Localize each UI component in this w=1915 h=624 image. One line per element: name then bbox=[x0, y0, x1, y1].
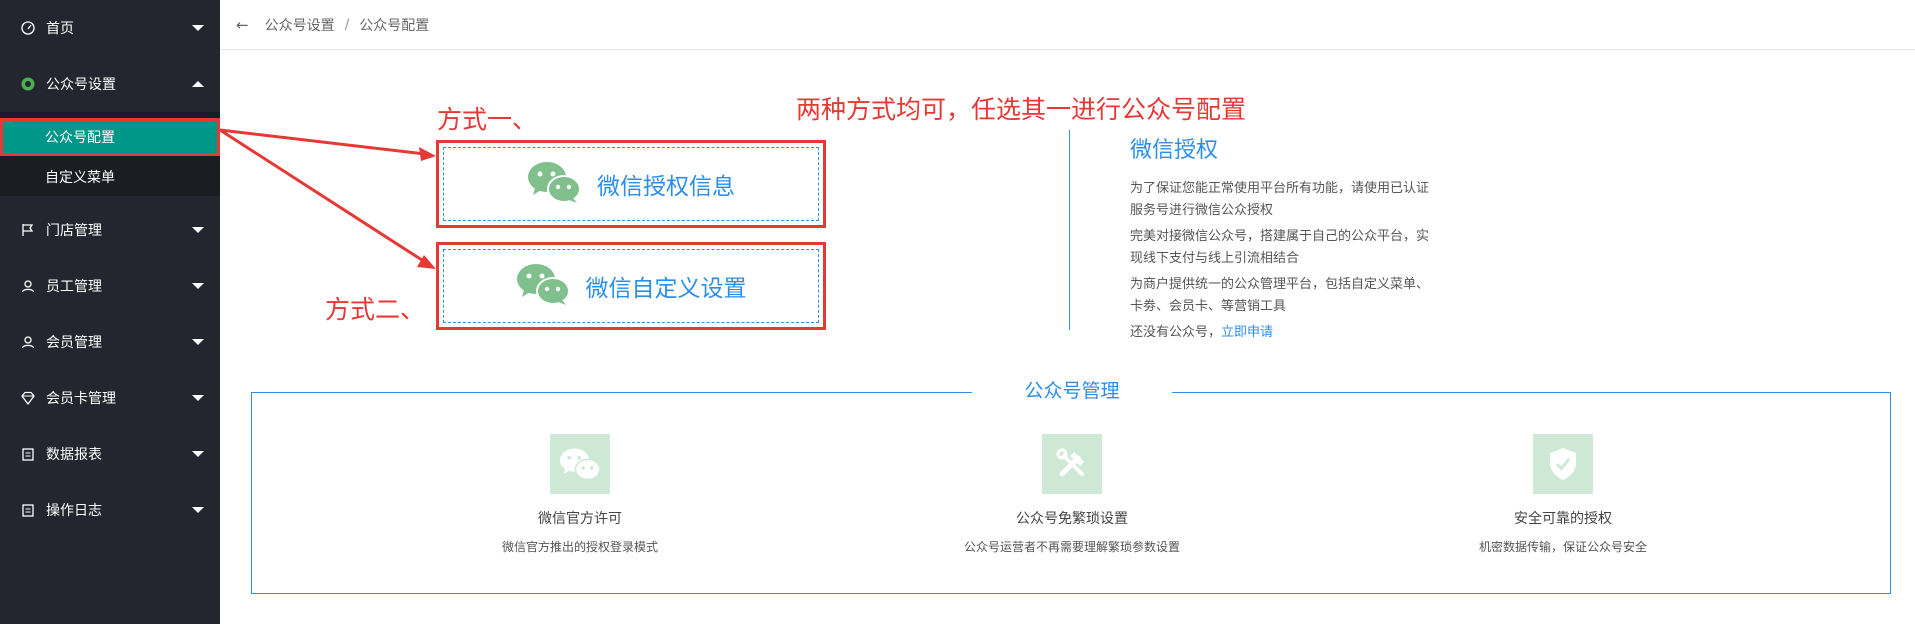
chevron-down-icon bbox=[192, 283, 204, 289]
wechat-auth-info-option: 微信授权信息 bbox=[436, 140, 826, 228]
sidebar-item-official-account[interactable]: 公众号设置 bbox=[0, 64, 220, 104]
user-icon bbox=[20, 278, 36, 294]
sidebar-subitem-custom-menu[interactable]: 自定义菜单 bbox=[0, 158, 220, 196]
dashboard-icon bbox=[20, 20, 36, 36]
feature-title: 公众号免繁琐设置 bbox=[1016, 511, 1128, 527]
feature-title: 微信官方许可 bbox=[538, 511, 622, 527]
chevron-down-icon bbox=[192, 451, 204, 457]
sidebar-item-label: 首页 bbox=[46, 21, 74, 37]
wechat-custom-settings-button[interactable]: 微信自定义设置 bbox=[443, 249, 819, 323]
chevron-down-icon bbox=[192, 395, 204, 401]
info-paragraph: 为了保证您能正常使用平台所有功能，请使用已认证服务号进行微信公众授权 bbox=[1130, 181, 1430, 218]
breadcrumb-item[interactable]: 公众号设置 bbox=[265, 15, 335, 35]
arrow-head bbox=[417, 255, 436, 269]
apply-prefix: 还没有公众号， bbox=[1130, 325, 1222, 340]
chevron-down-icon bbox=[192, 339, 204, 345]
sidebar-subitem-config[interactable]: 公众号配置 bbox=[0, 118, 220, 156]
wechat-custom-settings-option: 微信自定义设置 bbox=[436, 242, 826, 330]
feature-desc: 公众号运营者不再需要理解繁琐参数设置 bbox=[963, 540, 1180, 554]
user-icon bbox=[20, 334, 36, 350]
apply-now-link[interactable]: 立即申请 bbox=[1221, 325, 1273, 340]
diamond-icon bbox=[20, 390, 36, 406]
sidebar-subitem-label: 自定义菜单 bbox=[45, 170, 115, 186]
wechat-circle-icon bbox=[20, 76, 36, 92]
header-bar: ← 公众号设置 / 公众号配置 bbox=[220, 0, 1915, 50]
info-paragraph: 为商户提供统一的公众管理平台，包括自定义菜单、卡劵、会员卡、等营销工具 bbox=[1130, 277, 1430, 314]
chevron-down-icon bbox=[192, 25, 204, 31]
chevron-down-icon bbox=[192, 227, 204, 233]
feature-no-hassle: 公众号免繁琐设置 公众号运营者不再需要理解繁琐参数设置 bbox=[922, 434, 1222, 555]
arrow-line bbox=[219, 128, 426, 156]
wechat-icon bbox=[550, 434, 610, 494]
feature-secure-auth: 安全可靠的授权 机密数据传输，保证公众号安全 bbox=[1413, 434, 1713, 555]
clipboard-icon bbox=[20, 446, 36, 462]
feature-official-license: 微信官方许可 微信官方推出的授权登录模式 bbox=[430, 434, 730, 555]
wechat-auth-info-button[interactable]: 微信授权信息 bbox=[443, 147, 819, 221]
sidebar-item-staff[interactable]: 员工管理 bbox=[0, 266, 220, 306]
sidebar-item-home[interactable]: 首页 bbox=[0, 8, 220, 48]
breadcrumb-item-current: 公众号配置 bbox=[359, 17, 430, 34]
sidebar-item-label: 公众号设置 bbox=[46, 77, 116, 93]
sidebar-item-logs[interactable]: 操作日志 bbox=[0, 490, 220, 530]
info-paragraph-apply: 还没有公众号，立即申请 bbox=[1130, 322, 1440, 344]
sidebar-item-members[interactable]: 会员管理 bbox=[0, 322, 220, 362]
sidebar: 首页 公众号设置 公众号配置 自定义菜单 门店管理 员工管理 会员管理 会员卡管… bbox=[0, 0, 220, 624]
sidebar-item-label: 数据报表 bbox=[46, 447, 102, 463]
arrow-line bbox=[219, 128, 426, 264]
wechat-icon bbox=[516, 262, 570, 310]
management-title: 公众号管理 bbox=[972, 376, 1172, 403]
chevron-down-icon bbox=[192, 507, 204, 513]
breadcrumb-separator: / bbox=[344, 16, 350, 33]
sidebar-subitem-label: 公众号配置 bbox=[45, 130, 115, 146]
info-paragraph: 完美对接微信公众号，搭建属于自己的公众平台，实现线下支付与线上引流相结合 bbox=[1130, 229, 1430, 266]
info-title: 微信授权 bbox=[1130, 138, 1219, 163]
wechat-custom-settings-label: 微信自定义设置 bbox=[585, 276, 747, 302]
sidebar-item-label: 操作日志 bbox=[46, 503, 102, 519]
annotation-method-one: 方式一、 bbox=[437, 105, 538, 134]
sidebar-item-label: 会员卡管理 bbox=[46, 391, 116, 407]
back-arrow-icon[interactable]: ← bbox=[236, 16, 249, 34]
feature-title: 安全可靠的授权 bbox=[1514, 511, 1612, 527]
arrow-head bbox=[419, 147, 436, 161]
wechat-icon bbox=[527, 160, 581, 208]
app-root: 首页 公众号设置 公众号配置 自定义菜单 门店管理 员工管理 会员管理 会员卡管… bbox=[0, 0, 1915, 624]
clipboard-icon bbox=[20, 502, 36, 518]
annotation-method-two: 方式二、 bbox=[325, 295, 426, 324]
feature-desc: 微信官方推出的授权登录模式 bbox=[501, 540, 658, 554]
info-divider bbox=[1069, 130, 1070, 330]
chevron-up-icon bbox=[192, 81, 204, 87]
annotation-note: 两种方式均可，任选其一进行公众号配置 bbox=[796, 95, 1247, 124]
shield-check-icon bbox=[1533, 434, 1593, 494]
sidebar-item-label: 员工管理 bbox=[46, 279, 102, 295]
tools-icon bbox=[1042, 434, 1102, 494]
sidebar-item-label: 门店管理 bbox=[46, 223, 102, 239]
sidebar-item-member-cards[interactable]: 会员卡管理 bbox=[0, 378, 220, 418]
sidebar-item-label: 会员管理 bbox=[46, 335, 102, 351]
wechat-auth-info-label: 微信授权信息 bbox=[597, 174, 735, 200]
sidebar-item-reports[interactable]: 数据报表 bbox=[0, 434, 220, 474]
sidebar-item-stores[interactable]: 门店管理 bbox=[0, 210, 220, 250]
feature-desc: 机密数据传输，保证公众号安全 bbox=[1478, 540, 1647, 554]
flag-icon bbox=[20, 222, 36, 238]
